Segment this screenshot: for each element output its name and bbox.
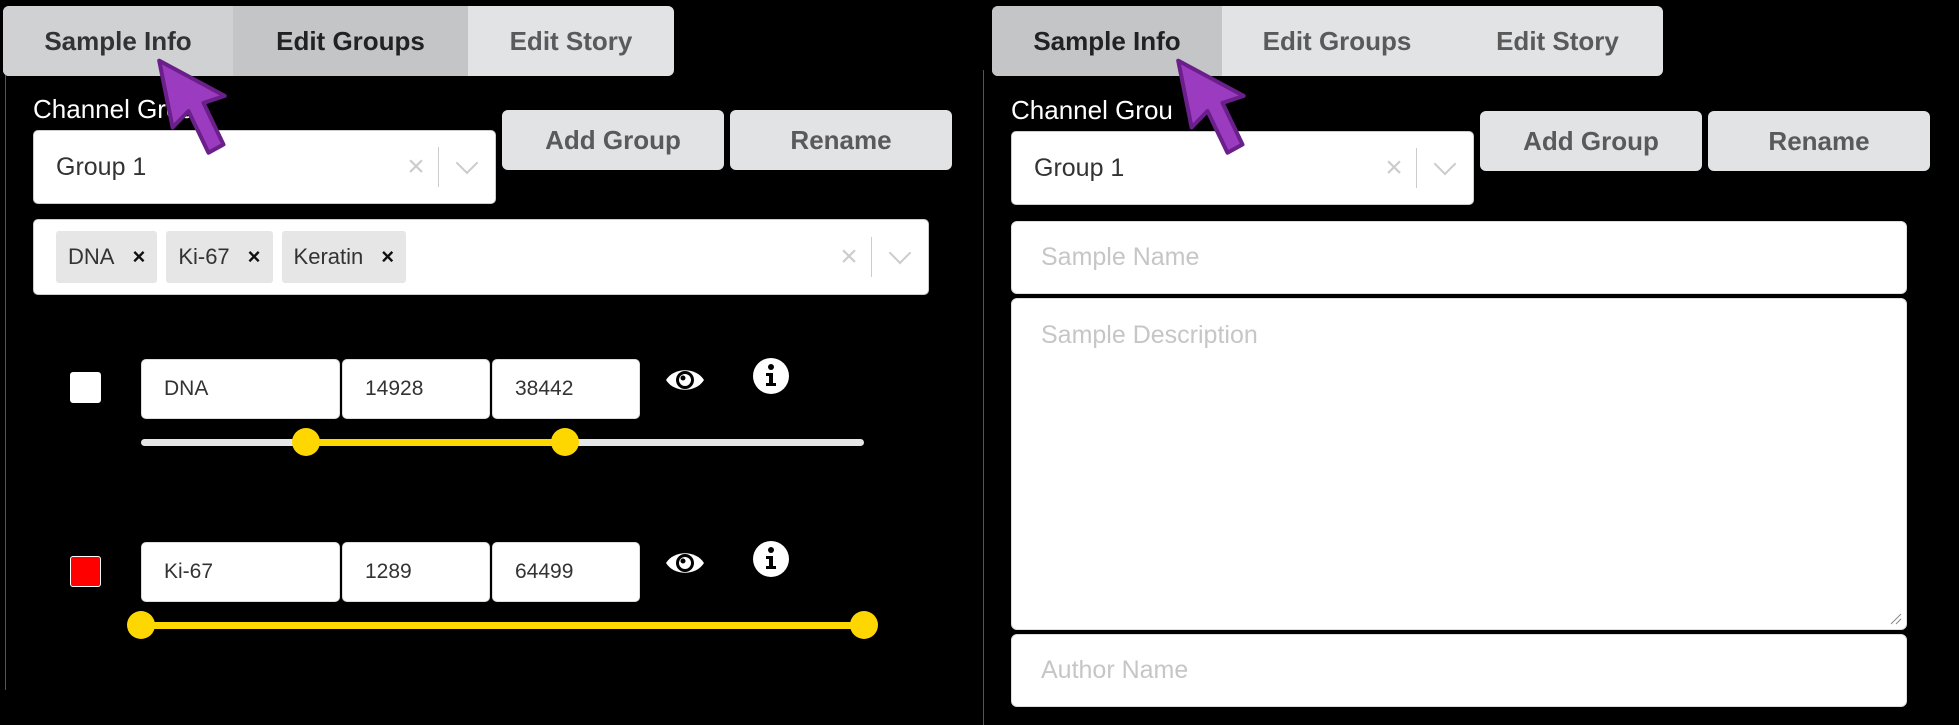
tab-bar: Sample Info Edit Groups Edit Story: [3, 6, 674, 76]
channel-row: DNA 14928 38442: [0, 357, 980, 469]
slider-range: [141, 622, 864, 629]
clear-x-icon[interactable]: ×: [1372, 151, 1416, 185]
info-icon[interactable]: [752, 540, 790, 578]
chip-label: DNA: [68, 244, 115, 269]
tab-sample-info[interactable]: Sample Info: [992, 6, 1222, 76]
resize-handle-icon[interactable]: [1890, 613, 1902, 625]
clear-x-icon[interactable]: ×: [394, 150, 438, 184]
channel-color-swatch[interactable]: [70, 372, 101, 403]
channel-groups-label: Channel Grou: [33, 94, 195, 124]
slider-handle-min[interactable]: [127, 611, 155, 639]
group-select-value: Group 1: [56, 152, 147, 181]
chip-label: Ki-67: [178, 244, 230, 269]
info-icon[interactable]: [752, 357, 790, 395]
eye-icon[interactable]: [664, 542, 706, 584]
channel-min-field[interactable]: 1289: [342, 542, 490, 602]
channel-name-field[interactable]: DNA: [141, 359, 340, 419]
channel-range-slider[interactable]: [141, 427, 864, 457]
chip-remove-icon[interactable]: ×: [248, 244, 261, 270]
chip-remove-icon[interactable]: ×: [132, 244, 145, 270]
sample-description-textarea[interactable]: Sample Description: [1011, 298, 1907, 630]
channel-max-field[interactable]: 64499: [492, 542, 640, 602]
add-group-button[interactable]: Add Group: [1480, 111, 1702, 171]
tab-edit-story[interactable]: Edit Story: [468, 6, 674, 76]
slider-handle-max[interactable]: [850, 611, 878, 639]
panel-divider: [983, 70, 984, 725]
sample-info-panel: Sample Info Edit Groups Edit Story Chann…: [980, 0, 1959, 725]
clear-all-icon[interactable]: ×: [827, 240, 871, 274]
channel-chip: Keratin ×: [281, 231, 407, 283]
rename-button[interactable]: Rename: [1708, 111, 1930, 171]
edit-groups-panel: Sample Info Edit Groups Edit Story Chann…: [0, 0, 980, 725]
channel-range-slider[interactable]: [127, 610, 878, 640]
channel-row: Ki-67 1289 64499: [0, 540, 980, 652]
channel-max-field[interactable]: 38442: [492, 359, 640, 419]
channel-chips: DNA × Ki-67 × Keratin ×: [34, 231, 827, 283]
chip-label: Keratin: [293, 244, 364, 269]
chevron-down-icon[interactable]: [872, 241, 928, 265]
sample-description-placeholder: Sample Description: [1041, 321, 1258, 349]
add-group-button[interactable]: Add Group: [502, 110, 724, 170]
rename-button[interactable]: Rename: [730, 110, 952, 170]
group-select-value: Group 1: [1034, 153, 1125, 182]
group-select[interactable]: Group 1 ×: [33, 130, 496, 204]
chip-remove-icon[interactable]: ×: [381, 244, 394, 270]
channel-multi-select[interactable]: DNA × Ki-67 × Keratin × ×: [33, 219, 929, 295]
sample-name-input[interactable]: Sample Name: [1011, 221, 1907, 294]
author-name-input[interactable]: Author Name: [1011, 634, 1907, 707]
slider-range: [305, 439, 566, 446]
channel-chip: Ki-67 ×: [166, 231, 273, 283]
channel-name-field[interactable]: Ki-67: [141, 542, 340, 602]
tab-edit-groups[interactable]: Edit Groups: [1222, 6, 1452, 76]
tab-edit-groups[interactable]: Edit Groups: [233, 6, 468, 76]
group-select[interactable]: Group 1 ×: [1011, 131, 1474, 205]
channel-groups-label: Channel Grou: [1011, 95, 1173, 125]
tab-sample-info[interactable]: Sample Info: [3, 6, 233, 76]
chevron-down-icon[interactable]: [1417, 152, 1473, 176]
channel-color-swatch[interactable]: [70, 556, 101, 587]
slider-handle-min[interactable]: [291, 428, 320, 456]
tab-bar: Sample Info Edit Groups Edit Story: [992, 6, 1663, 76]
channel-min-field[interactable]: 14928: [342, 359, 490, 419]
chevron-down-icon[interactable]: [439, 151, 495, 175]
tab-edit-story[interactable]: Edit Story: [1452, 6, 1663, 76]
slider-handle-max[interactable]: [551, 428, 580, 456]
eye-icon[interactable]: [664, 359, 706, 401]
channel-chip: DNA ×: [56, 231, 158, 283]
